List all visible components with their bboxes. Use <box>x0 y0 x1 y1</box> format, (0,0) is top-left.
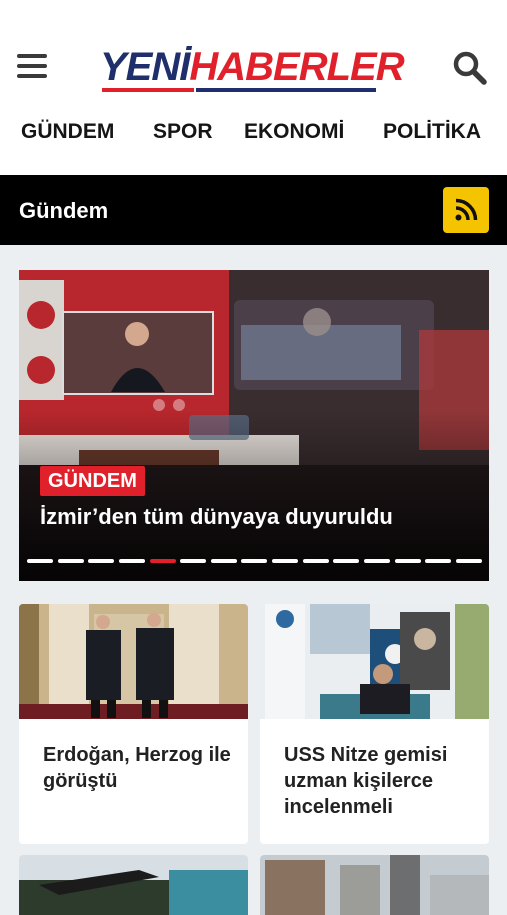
slider-dot[interactable] <box>333 559 360 563</box>
news-card-title: USS Nitze gemisi uzman kişilerce incelen… <box>284 744 448 818</box>
news-card[interactable]: Erdoğan, Herzog ile görüştü <box>19 604 248 844</box>
section-header: Gündem <box>0 175 507 245</box>
slider-pagination <box>27 559 482 565</box>
slider-dot[interactable] <box>88 559 115 563</box>
slider-dot[interactable] <box>302 559 329 563</box>
slider-dot[interactable] <box>57 559 84 563</box>
nav-item-ekonomi[interactable]: EKONOMİ <box>244 120 344 144</box>
slider-dot[interactable] <box>364 559 391 563</box>
slider-dot[interactable] <box>455 559 482 563</box>
category-badge[interactable]: GÜNDEM <box>40 466 145 496</box>
news-card-image <box>260 855 489 915</box>
news-card-image <box>19 604 248 719</box>
category-nav: GÜNDEM SPOR EKONOMİ POLİTİKA <box>0 100 507 175</box>
rss-icon <box>455 198 478 221</box>
slider-dot[interactable] <box>425 559 452 563</box>
logo-part-haberler: HABERLER <box>189 45 404 89</box>
slider-dot[interactable] <box>180 559 207 563</box>
slider-gradient <box>19 270 489 581</box>
logo-underline-red <box>102 88 194 92</box>
news-card[interactable] <box>19 855 248 915</box>
news-card-image <box>260 604 489 719</box>
news-card[interactable]: USS Nitze gemisi uzman kişilerce incelen… <box>260 604 489 844</box>
hamburger-menu-icon[interactable] <box>17 54 47 80</box>
slider-dot[interactable] <box>149 559 176 563</box>
headline-slider[interactable]: GÜNDEM İzmir’den tüm dünyaya duyuruldu <box>19 270 489 581</box>
logo-part-yeni: YENİ <box>100 45 190 89</box>
top-header: YENİHABERLER <box>0 0 507 100</box>
nav-item-gundem[interactable]: GÜNDEM <box>21 120 114 144</box>
logo-underline-navy <box>196 88 376 92</box>
news-card-image <box>19 855 248 915</box>
slider-dot[interactable] <box>118 559 145 563</box>
nav-item-spor[interactable]: SPOR <box>153 120 213 144</box>
slider-dot[interactable] <box>272 559 299 563</box>
slider-headline[interactable]: İzmir’den tüm dünyaya duyuruldu <box>40 504 393 530</box>
slider-dot[interactable] <box>27 559 53 563</box>
news-card[interactable] <box>260 855 489 915</box>
news-card-title: Erdoğan, Herzog ile görüştü <box>43 744 231 792</box>
rss-button[interactable] <box>443 187 489 233</box>
site-logo[interactable]: YENİHABERLER <box>100 44 405 90</box>
nav-item-politika[interactable]: POLİTİKA <box>383 120 481 144</box>
slider-dot[interactable] <box>241 559 268 563</box>
section-title: Gündem <box>19 198 109 223</box>
slider-dot[interactable] <box>394 559 421 563</box>
slider-dot[interactable] <box>210 559 237 563</box>
search-icon[interactable] <box>452 50 488 86</box>
